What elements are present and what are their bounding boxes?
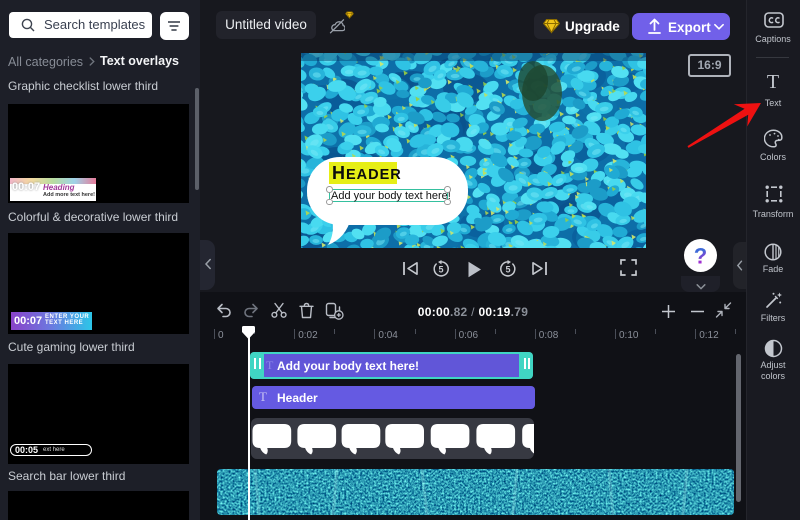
svg-text:?: ?: [694, 243, 707, 268]
svg-text:5: 5: [438, 265, 443, 275]
svg-text:5: 5: [505, 265, 510, 275]
